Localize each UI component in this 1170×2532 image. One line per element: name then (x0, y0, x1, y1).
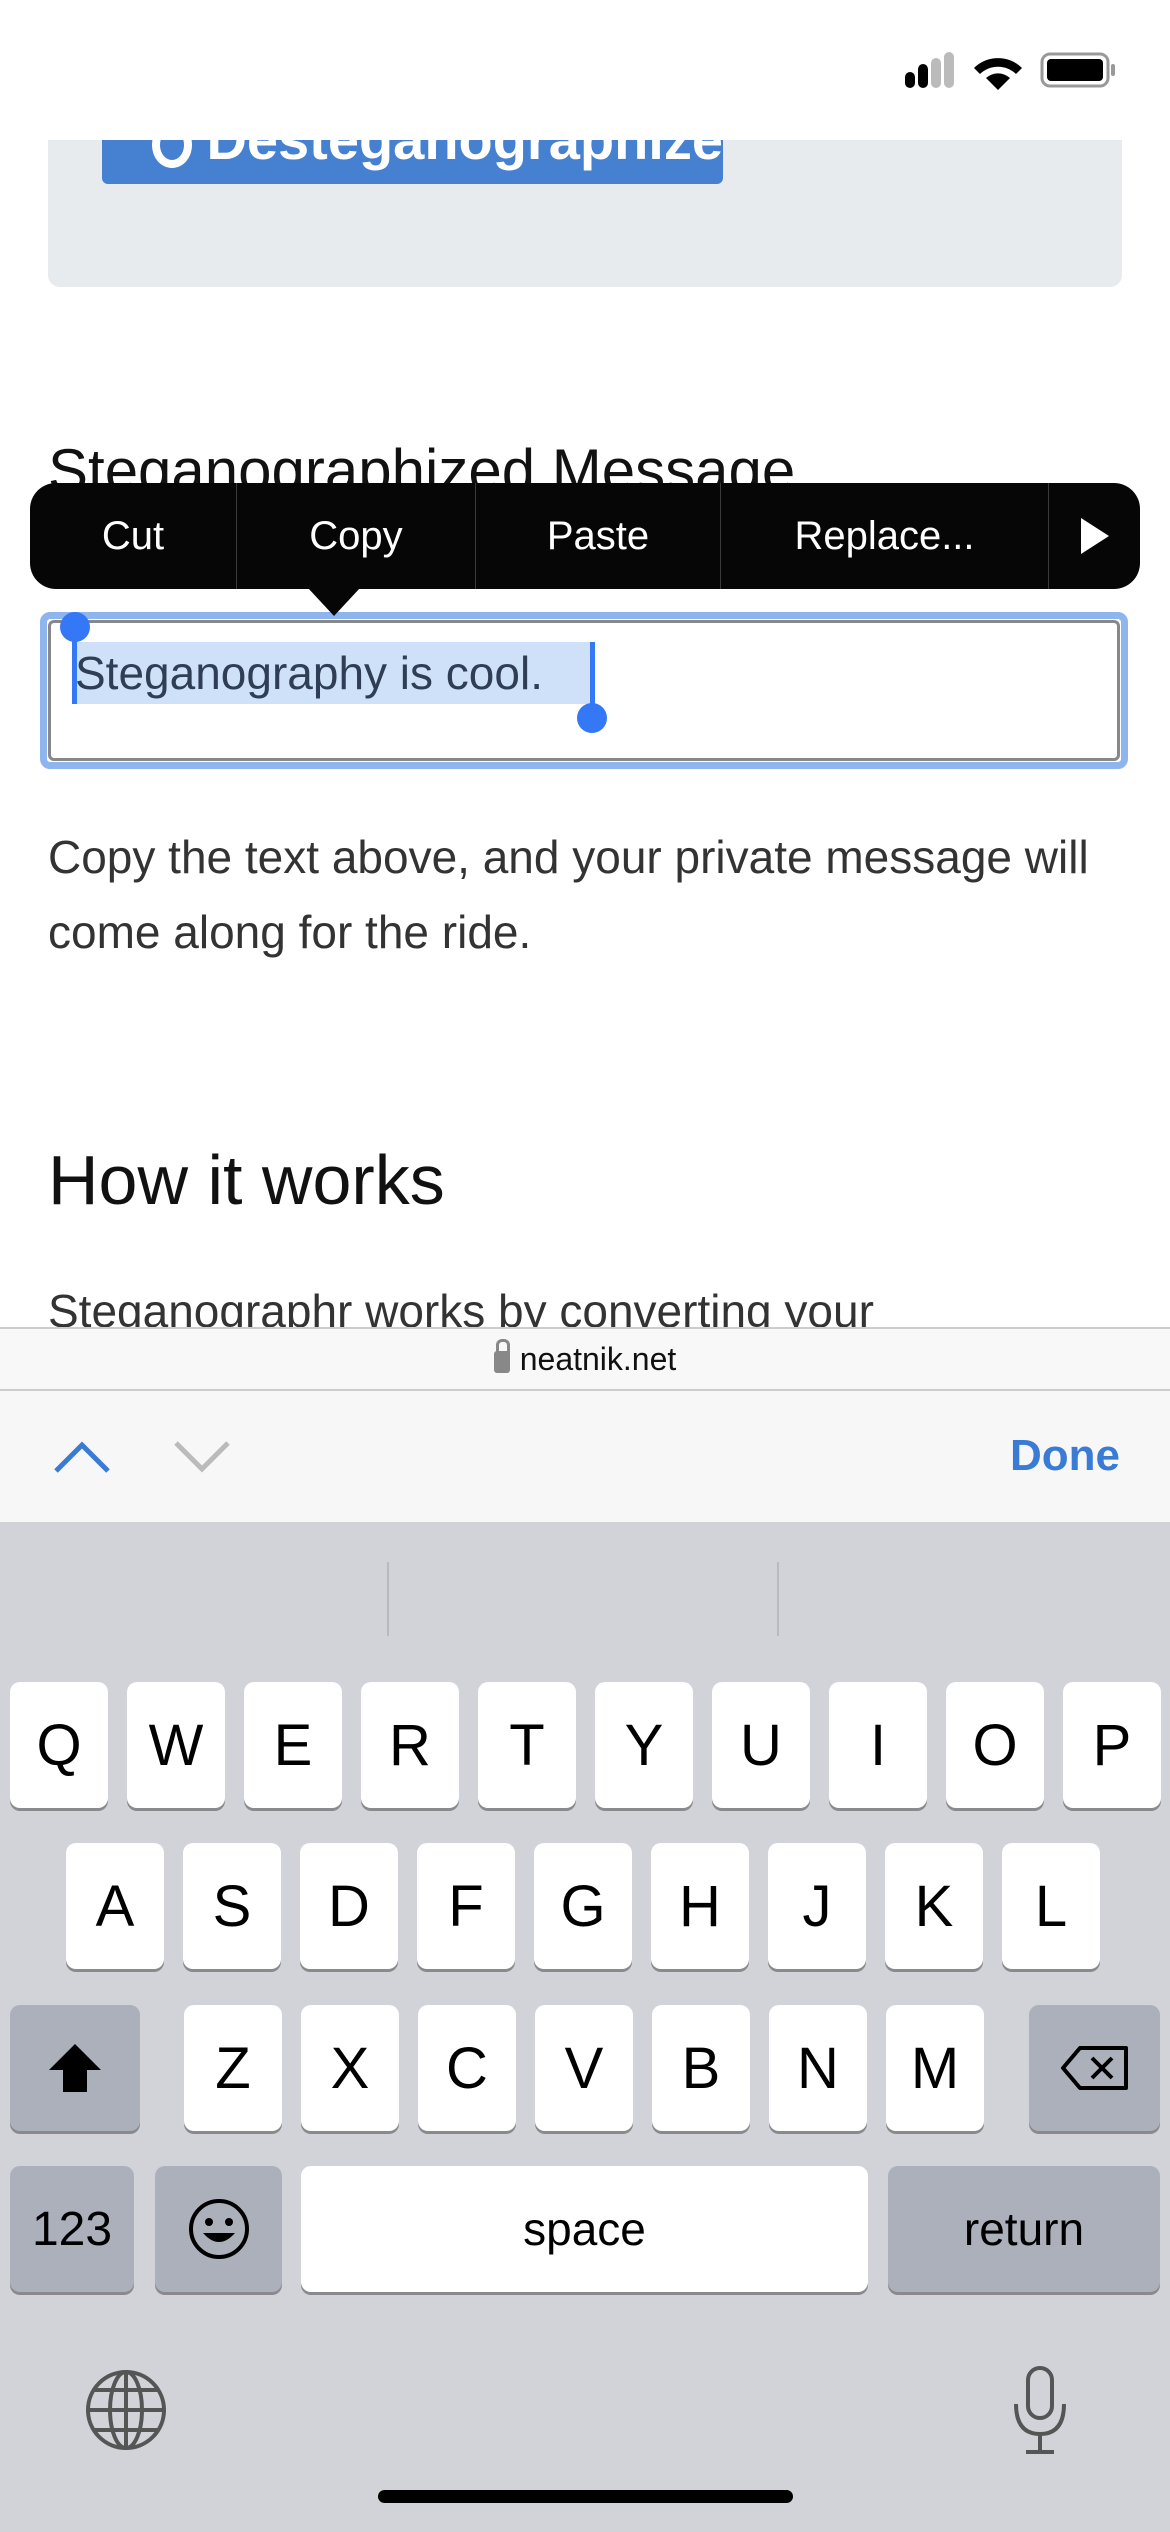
shift-key[interactable] (10, 2005, 140, 2131)
key-g[interactable]: G (534, 1843, 632, 1969)
status-icons (905, 52, 1115, 90)
keyboard: QWERTYUIOP ASDFGHJKL ZXCVBNM 123 space ret… (0, 1522, 1170, 2532)
key-m[interactable]: M (886, 2005, 984, 2131)
key-o[interactable]: O (946, 1682, 1044, 1808)
play-arrow-icon (1080, 518, 1109, 554)
done-button[interactable]: Done (1010, 1431, 1120, 1481)
return-key[interactable]: return (888, 2166, 1160, 2292)
key-v[interactable]: V (535, 2005, 633, 2131)
key-d[interactable]: D (300, 1843, 398, 1969)
description-text: Copy the text above, and your private me… (48, 831, 1089, 958)
numbers-key[interactable]: 123 (10, 2166, 134, 2292)
menu-copy[interactable]: Copy (237, 483, 476, 589)
key-j[interactable]: J (768, 1843, 866, 1969)
space-key[interactable]: space (301, 2166, 868, 2292)
key-i[interactable]: I (829, 1682, 927, 1808)
message-input-value[interactable]: Steganography is cool. (75, 642, 543, 704)
key-n[interactable]: N (769, 2005, 867, 2131)
key-k[interactable]: K (885, 1843, 983, 1969)
key-a[interactable]: A (66, 1843, 164, 1969)
key-s[interactable]: S (183, 1843, 281, 1969)
key-u[interactable]: U (712, 1682, 810, 1808)
address-bar[interactable]: neatnik.net (0, 1327, 1170, 1391)
microphone-icon[interactable] (1010, 2364, 1070, 2456)
lock-icon (493, 1339, 510, 1373)
emoji-icon (188, 2199, 249, 2259)
key-r[interactable]: R (361, 1682, 459, 1808)
predictive-divider (777, 1562, 779, 1636)
delete-icon (1060, 2046, 1128, 2090)
key-f[interactable]: F (417, 1843, 515, 1969)
domain-label: neatnik.net (519, 1340, 677, 1377)
key-t[interactable]: T (478, 1682, 576, 1808)
key-b[interactable]: B (652, 2005, 750, 2131)
menu-paste[interactable]: Paste (476, 483, 721, 589)
chevron-down-icon[interactable] (172, 1439, 232, 1475)
how-it-works-text: Steganographr works by converting your (48, 1285, 874, 1327)
backspace-key[interactable] (1029, 2005, 1160, 2131)
globe-icon[interactable] (84, 2368, 168, 2452)
key-z[interactable]: Z (184, 2005, 282, 2131)
key-e[interactable]: E (244, 1682, 342, 1808)
key-y[interactable]: Y (595, 1682, 693, 1808)
key-q[interactable]: Q (10, 1682, 108, 1808)
how-it-works-heading: How it works (48, 1141, 445, 1219)
context-menu: Cut Copy Paste Replace... (30, 483, 1140, 589)
selection-start-handle[interactable] (60, 612, 90, 642)
wifi-icon (974, 58, 1022, 90)
battery-icon (1040, 52, 1115, 88)
key-w[interactable]: W (127, 1682, 225, 1808)
home-indicator (378, 2490, 793, 2503)
menu-more-button[interactable] (1049, 483, 1140, 589)
predictive-divider (387, 1562, 389, 1636)
form-toolbar: Done (0, 1391, 1170, 1522)
status-bar (0, 0, 1170, 140)
key-p[interactable]: P (1063, 1682, 1161, 1808)
signal-icon (905, 52, 954, 88)
menu-replace[interactable]: Replace... (721, 483, 1049, 589)
selection-start-caret (72, 632, 77, 704)
emoji-key[interactable] (155, 2166, 282, 2292)
key-c[interactable]: C (418, 2005, 516, 2131)
section-heading: Steganographized Message (48, 437, 796, 486)
key-x[interactable]: X (301, 2005, 399, 2131)
key-h[interactable]: H (651, 1843, 749, 1969)
selection-end-handle[interactable] (577, 703, 607, 733)
menu-pointer (308, 588, 360, 616)
menu-cut[interactable]: Cut (30, 483, 237, 589)
chevron-up-icon[interactable] (52, 1439, 112, 1475)
shift-icon (49, 2044, 101, 2092)
key-l[interactable]: L (1002, 1843, 1100, 1969)
